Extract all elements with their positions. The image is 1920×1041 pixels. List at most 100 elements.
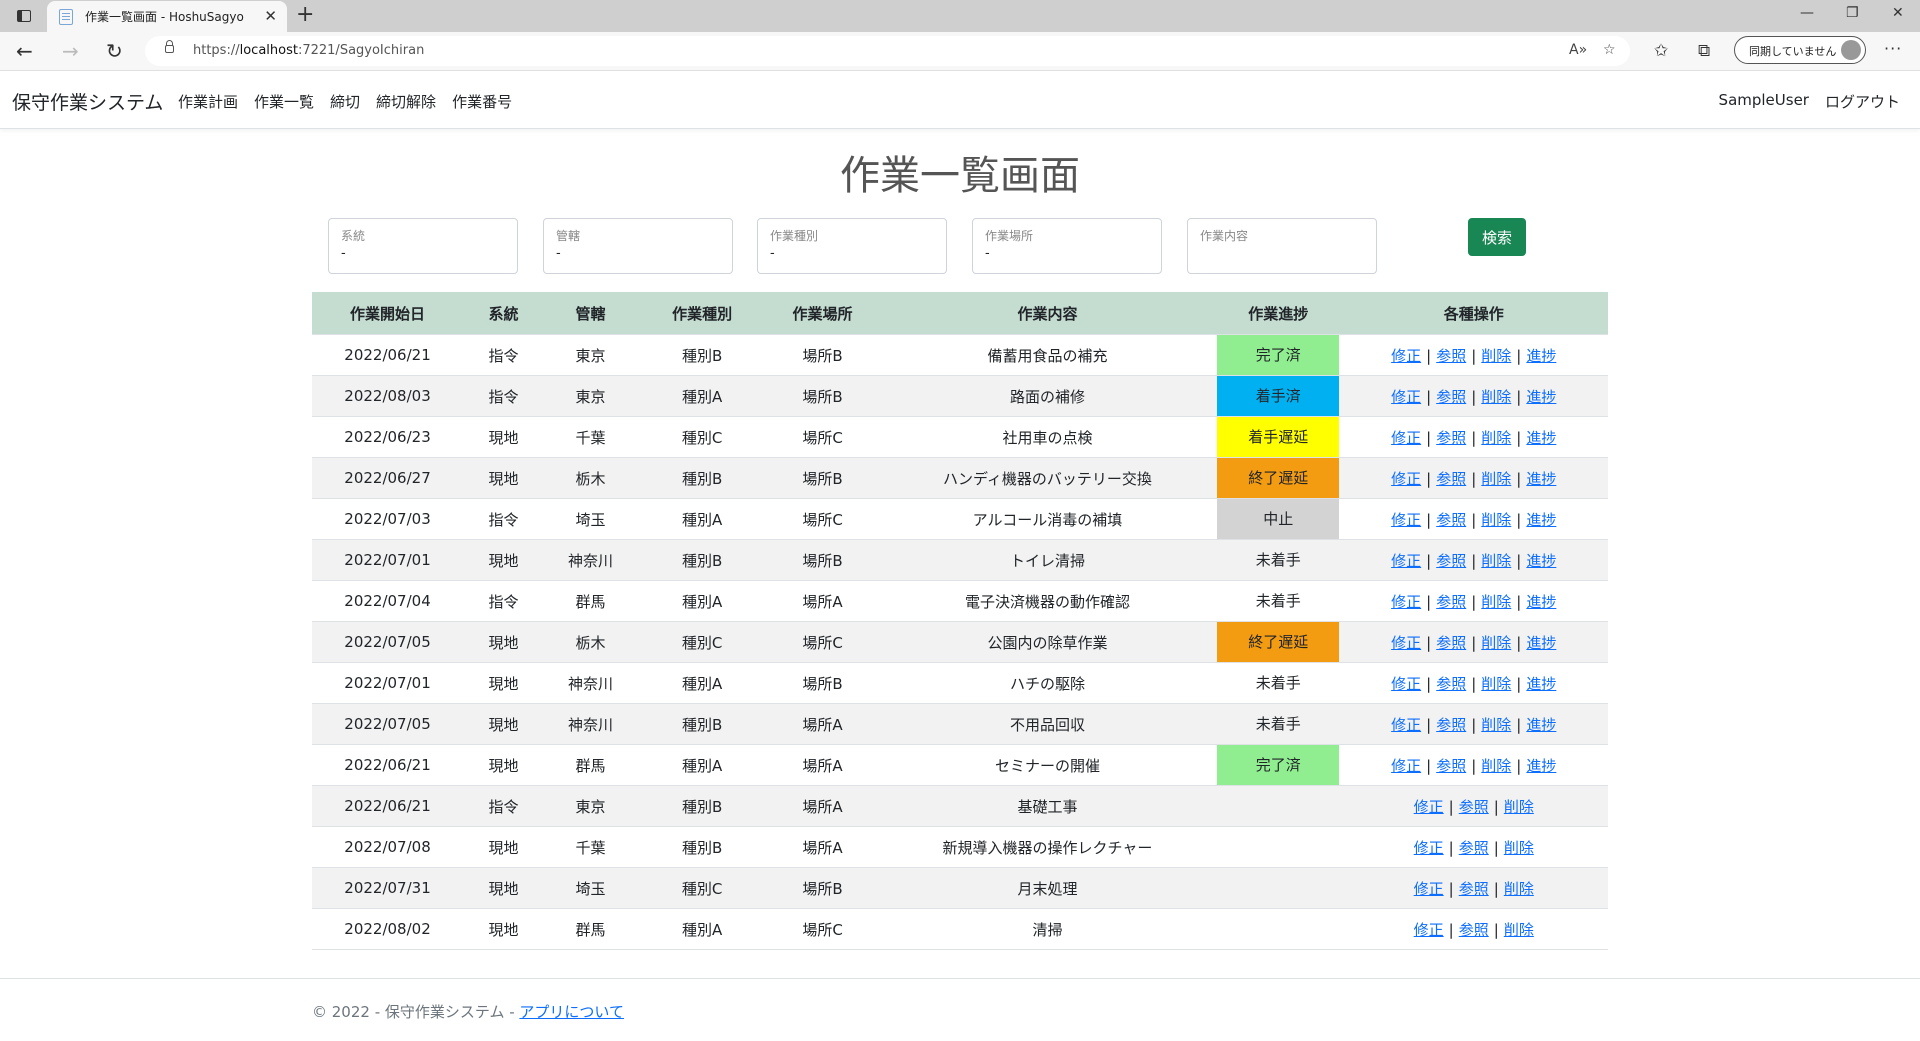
view-link[interactable]: 参照 bbox=[1436, 757, 1466, 775]
more-options-icon[interactable]: ··· bbox=[1884, 39, 1902, 58]
edit-link[interactable]: 修正 bbox=[1391, 388, 1421, 406]
forward-arrow-icon[interactable]: → bbox=[62, 40, 79, 62]
edit-link[interactable]: 修正 bbox=[1414, 839, 1444, 857]
delete-link[interactable]: 削除 bbox=[1481, 470, 1511, 488]
user-name-link[interactable]: SampleUser bbox=[1719, 91, 1809, 112]
edit-link[interactable]: 修正 bbox=[1414, 880, 1444, 898]
edit-link[interactable]: 修正 bbox=[1391, 470, 1421, 488]
delete-link[interactable]: 削除 bbox=[1504, 798, 1534, 816]
edit-link[interactable]: 修正 bbox=[1391, 716, 1421, 734]
edit-link[interactable]: 修正 bbox=[1391, 593, 1421, 611]
view-link[interactable]: 参照 bbox=[1459, 839, 1489, 857]
progress-link[interactable]: 進捗 bbox=[1526, 552, 1556, 570]
link-separator: | bbox=[1516, 674, 1522, 693]
nav-link-unclose[interactable]: 締切解除 bbox=[376, 91, 436, 112]
progress-link[interactable]: 進捗 bbox=[1526, 593, 1556, 611]
edit-link[interactable]: 修正 bbox=[1391, 511, 1421, 529]
view-link[interactable]: 参照 bbox=[1436, 675, 1466, 693]
copyright-text: © 2022 - 保守作業システム - bbox=[312, 1003, 520, 1021]
progress-link[interactable]: 進捗 bbox=[1526, 716, 1556, 734]
view-link[interactable]: 参照 bbox=[1436, 716, 1466, 734]
link-separator: | bbox=[1516, 633, 1522, 652]
cell-place: 場所A bbox=[767, 744, 878, 786]
view-link[interactable]: 参照 bbox=[1436, 388, 1466, 406]
edit-link[interactable]: 修正 bbox=[1414, 798, 1444, 816]
delete-link[interactable]: 削除 bbox=[1481, 757, 1511, 775]
view-link[interactable]: 参照 bbox=[1436, 470, 1466, 488]
view-link[interactable]: 参照 bbox=[1459, 798, 1489, 816]
filter-work-place-select[interactable]: 作業場所 - bbox=[972, 218, 1162, 274]
progress-link[interactable]: 進捗 bbox=[1526, 634, 1556, 652]
delete-link[interactable]: 削除 bbox=[1481, 388, 1511, 406]
browser-tab-active[interactable]: 作業一覧画面 - HoshuSagyo ✕ bbox=[47, 1, 287, 32]
filter-jurisdiction-select[interactable]: 管轄 - bbox=[543, 218, 733, 274]
nav-link-close[interactable]: 締切 bbox=[330, 91, 360, 112]
delete-link[interactable]: 削除 bbox=[1481, 593, 1511, 611]
edit-link[interactable]: 修正 bbox=[1391, 552, 1421, 570]
edit-link[interactable]: 修正 bbox=[1414, 921, 1444, 939]
edit-link[interactable]: 修正 bbox=[1391, 757, 1421, 775]
edit-link[interactable]: 修正 bbox=[1391, 429, 1421, 447]
back-arrow-icon[interactable]: ← bbox=[16, 40, 33, 62]
filter-work-content-input[interactable]: 作業内容 bbox=[1187, 218, 1377, 274]
collections-icon[interactable]: ⧉ bbox=[1698, 41, 1710, 61]
view-link[interactable]: 参照 bbox=[1436, 593, 1466, 611]
view-link[interactable]: 参照 bbox=[1436, 634, 1466, 652]
read-aloud-icon[interactable]: A» bbox=[1569, 42, 1587, 58]
delete-link[interactable]: 削除 bbox=[1481, 552, 1511, 570]
workspaces-button[interactable] bbox=[10, 6, 38, 26]
filter-system-select[interactable]: 系統 - bbox=[328, 218, 518, 274]
filter-work-type-select[interactable]: 作業種別 - bbox=[757, 218, 947, 274]
progress-link[interactable]: 進捗 bbox=[1526, 470, 1556, 488]
nav-link-list[interactable]: 作業一覧 bbox=[254, 91, 314, 112]
nav-link-plan[interactable]: 作業計画 bbox=[178, 91, 238, 112]
progress-link[interactable]: 進捗 bbox=[1526, 429, 1556, 447]
progress-link[interactable]: 進捗 bbox=[1526, 347, 1556, 365]
progress-link[interactable]: 進捗 bbox=[1526, 675, 1556, 693]
link-separator: | bbox=[1471, 674, 1477, 693]
delete-link[interactable]: 削除 bbox=[1481, 675, 1511, 693]
delete-link[interactable]: 削除 bbox=[1504, 880, 1534, 898]
brand-link[interactable]: 保守作業システム bbox=[12, 88, 163, 115]
window-restore-icon[interactable]: ❐ bbox=[1846, 5, 1859, 21]
reload-icon[interactable]: ↻ bbox=[106, 40, 123, 62]
link-separator: | bbox=[1471, 469, 1477, 488]
edit-link[interactable]: 修正 bbox=[1391, 634, 1421, 652]
window-close-icon[interactable]: ✕ bbox=[1892, 5, 1904, 21]
delete-link[interactable]: 削除 bbox=[1481, 347, 1511, 365]
link-separator: | bbox=[1426, 387, 1432, 406]
about-link[interactable]: アプリについて bbox=[519, 1003, 624, 1021]
delete-link[interactable]: 削除 bbox=[1481, 429, 1511, 447]
window-minimize-icon[interactable]: — bbox=[1800, 5, 1814, 21]
tab-close-icon[interactable]: ✕ bbox=[264, 8, 277, 24]
url-text[interactable]: https://localhost:7221/SagyoIchiran bbox=[193, 43, 424, 58]
progress-link[interactable]: 進捗 bbox=[1526, 388, 1556, 406]
view-link[interactable]: 参照 bbox=[1436, 347, 1466, 365]
profile-sync-button[interactable]: 同期していません bbox=[1734, 36, 1866, 64]
search-button[interactable]: 検索 bbox=[1468, 218, 1526, 256]
delete-link[interactable]: 削除 bbox=[1481, 716, 1511, 734]
view-link[interactable]: 参照 bbox=[1436, 511, 1466, 529]
cell-date: 2022/07/04 bbox=[312, 580, 464, 622]
logout-link[interactable]: ログアウト bbox=[1825, 91, 1900, 112]
address-bar[interactable]: https://localhost:7221/SagyoIchiran A» ☆ bbox=[145, 36, 1630, 66]
new-tab-icon[interactable]: + bbox=[296, 3, 314, 27]
delete-link[interactable]: 削除 bbox=[1504, 921, 1534, 939]
nav-link-number[interactable]: 作業番号 bbox=[452, 91, 512, 112]
delete-link[interactable]: 削除 bbox=[1481, 511, 1511, 529]
delete-link[interactable]: 削除 bbox=[1481, 634, 1511, 652]
view-link[interactable]: 参照 bbox=[1459, 880, 1489, 898]
view-link[interactable]: 参照 bbox=[1436, 429, 1466, 447]
cell-area: 埼玉 bbox=[544, 867, 637, 909]
view-link[interactable]: 参照 bbox=[1459, 921, 1489, 939]
edit-link[interactable]: 修正 bbox=[1391, 675, 1421, 693]
progress-link[interactable]: 進捗 bbox=[1526, 757, 1556, 775]
cell-place: 場所C bbox=[767, 416, 878, 458]
add-favorite-icon[interactable]: ☆ bbox=[1603, 42, 1616, 58]
edit-link[interactable]: 修正 bbox=[1391, 347, 1421, 365]
favorites-icon[interactable]: ✩ bbox=[1654, 41, 1668, 61]
link-separator: | bbox=[1426, 592, 1432, 611]
progress-link[interactable]: 進捗 bbox=[1526, 511, 1556, 529]
view-link[interactable]: 参照 bbox=[1436, 552, 1466, 570]
delete-link[interactable]: 削除 bbox=[1504, 839, 1534, 857]
